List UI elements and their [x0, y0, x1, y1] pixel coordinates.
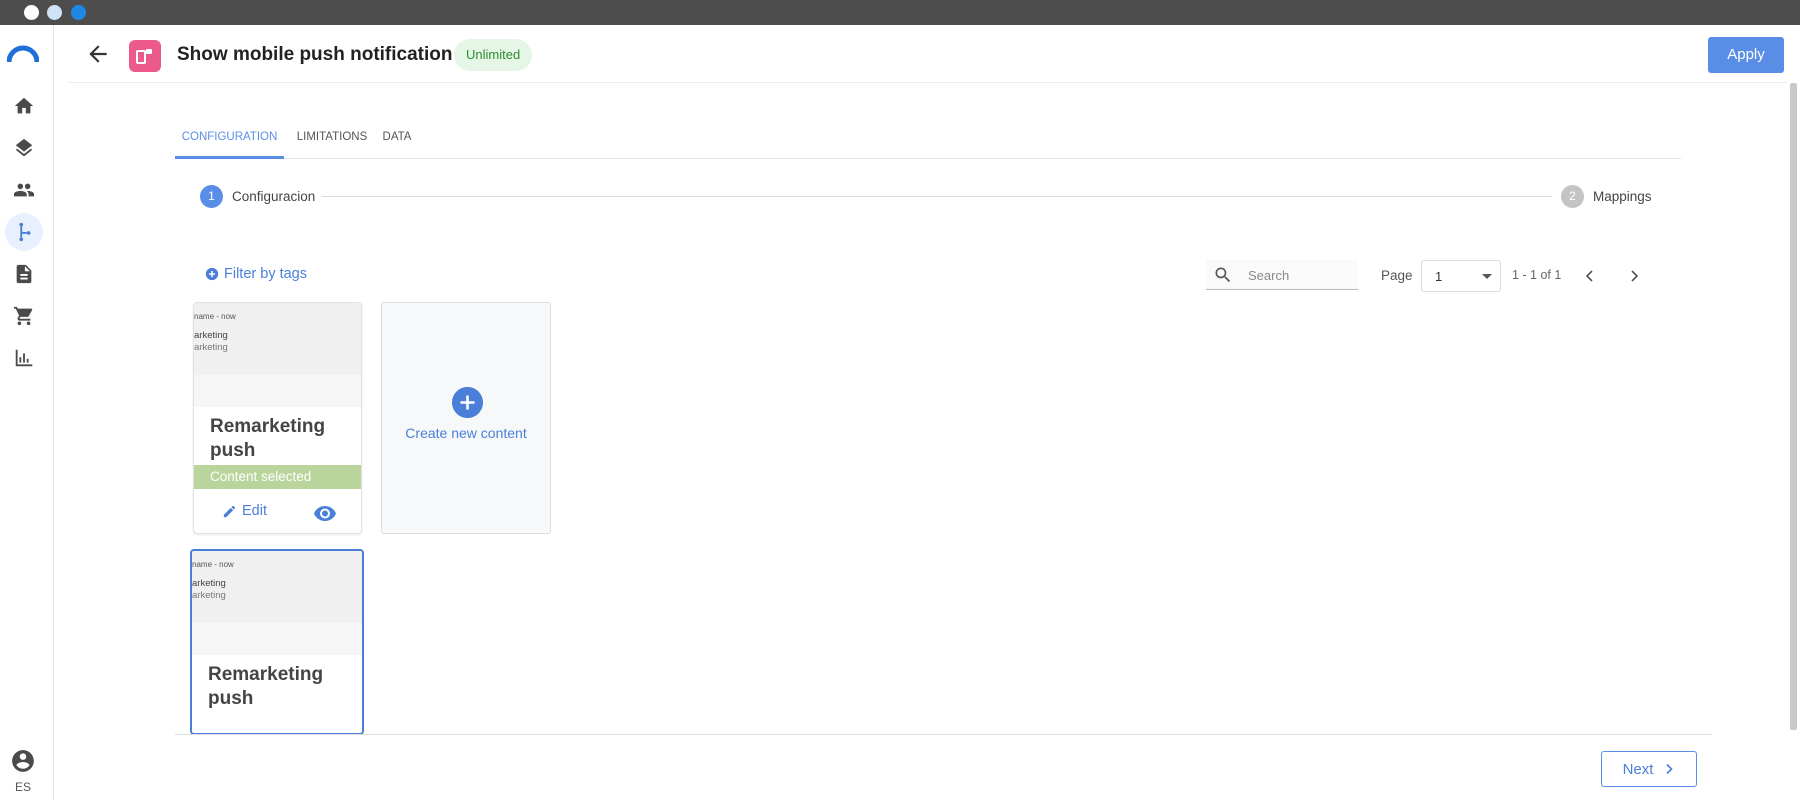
- nav-people[interactable]: [5, 171, 43, 209]
- next-label: Next: [1622, 760, 1654, 778]
- pencil-icon: [223, 505, 236, 517]
- nav-documents[interactable]: [5, 255, 43, 293]
- page-select[interactable]: 1: [1421, 260, 1501, 292]
- preview-strip: [192, 623, 362, 655]
- flow-icon: [19, 222, 31, 242]
- add-circle-icon: [452, 387, 483, 418]
- vertical-scrollbar[interactable]: [1790, 83, 1797, 730]
- page-title: Show mobile push notification: [177, 44, 453, 65]
- preview-line: arketing: [194, 330, 228, 341]
- edit-button[interactable]: Edit: [222, 503, 267, 519]
- create-new-content-label: Create new content: [405, 425, 527, 441]
- status-badge: Unlimited: [454, 39, 533, 71]
- page-select-value: 1: [1435, 269, 1443, 284]
- content-card[interactable]: name - now arketing arketing Remarketing…: [193, 302, 362, 534]
- nav-flows[interactable]: [5, 213, 43, 251]
- nav-analytics[interactable]: [5, 339, 43, 377]
- step-2-number[interactable]: 2: [1561, 185, 1584, 208]
- card-title: Remarketing push: [208, 664, 324, 709]
- page-label: Page: [1381, 268, 1413, 283]
- preview-strip: [194, 375, 361, 407]
- tab-data[interactable]: DATA: [379, 122, 415, 159]
- preview-line: arketing: [192, 578, 226, 589]
- page-header: Show mobile push notification Unlimited …: [68, 25, 1788, 83]
- bar-chart-icon: [15, 349, 33, 367]
- next-page-button[interactable]: [1620, 262, 1648, 290]
- preview-line: name - now: [194, 312, 236, 321]
- preview-line: arketing: [192, 590, 226, 601]
- edit-label: Edit: [242, 503, 267, 519]
- language-label[interactable]: ES: [0, 780, 46, 794]
- pagination-range: 1 - 1 of 1: [1512, 268, 1562, 282]
- home-icon: [14, 97, 34, 114]
- tab-configuration[interactable]: CONFIGURATION: [175, 122, 284, 159]
- content-selected-banner: Content selected: [194, 465, 361, 489]
- apply-button[interactable]: Apply: [1708, 37, 1784, 73]
- step-1-number[interactable]: 1: [200, 185, 223, 208]
- cart-icon: [13, 306, 33, 326]
- filter-by-tags-label: Filter by tags: [224, 266, 307, 282]
- layers-icon: [15, 138, 33, 157]
- add-circle-icon: [205, 267, 219, 281]
- nav-layers[interactable]: [5, 129, 43, 167]
- window-zoom-button[interactable]: [71, 5, 86, 20]
- card-title: Remarketing push: [210, 416, 326, 461]
- eye-icon[interactable]: [313, 503, 337, 523]
- tab-limitations[interactable]: LIMITATIONS: [292, 122, 372, 159]
- content-card[interactable]: name - now arketing arketing Remarketing…: [190, 549, 364, 735]
- back-arrow-icon[interactable]: [85, 41, 111, 67]
- nav-home[interactable]: [5, 87, 43, 125]
- preview-line: arketing: [194, 342, 228, 353]
- footer-divider: [175, 734, 1712, 735]
- window-titlebar: [0, 0, 1800, 25]
- tab-bar: CONFIGURATION LIMITATIONS DATA: [175, 122, 1681, 159]
- previous-page-button[interactable]: [1576, 262, 1604, 290]
- push-notification-icon: [129, 40, 161, 72]
- caret-down-icon: [1482, 274, 1492, 279]
- step-1-label[interactable]: Configuracion: [232, 189, 315, 204]
- next-button[interactable]: Next: [1601, 751, 1697, 787]
- chevron-right-icon: [1631, 270, 1639, 282]
- chevron-left-icon: [1585, 270, 1593, 282]
- left-nav-rail: ES: [0, 25, 54, 800]
- stepper-connector: [322, 196, 1552, 197]
- app-logo-icon[interactable]: [7, 44, 39, 64]
- people-icon: [13, 183, 35, 197]
- preview-line: name - now: [192, 560, 234, 569]
- search-input[interactable]: [1248, 265, 1353, 285]
- search-icon: [1215, 267, 1231, 283]
- chevron-right-icon: [1666, 763, 1674, 775]
- nav-cart[interactable]: [5, 297, 43, 335]
- user-account-icon[interactable]: [10, 748, 36, 774]
- card-preview: name - now arketing arketing: [192, 551, 362, 623]
- document-icon: [16, 264, 32, 284]
- filter-by-tags-button[interactable]: Filter by tags: [205, 266, 307, 282]
- step-2-label[interactable]: Mappings: [1593, 189, 1652, 204]
- card-preview: name - now arketing arketing: [194, 303, 361, 375]
- search-box: [1206, 260, 1358, 290]
- window-close-button[interactable]: [24, 5, 39, 20]
- window-minimize-button[interactable]: [47, 5, 62, 20]
- card-actions: Edit: [194, 491, 361, 533]
- create-new-content-card[interactable]: Create new content: [381, 302, 551, 534]
